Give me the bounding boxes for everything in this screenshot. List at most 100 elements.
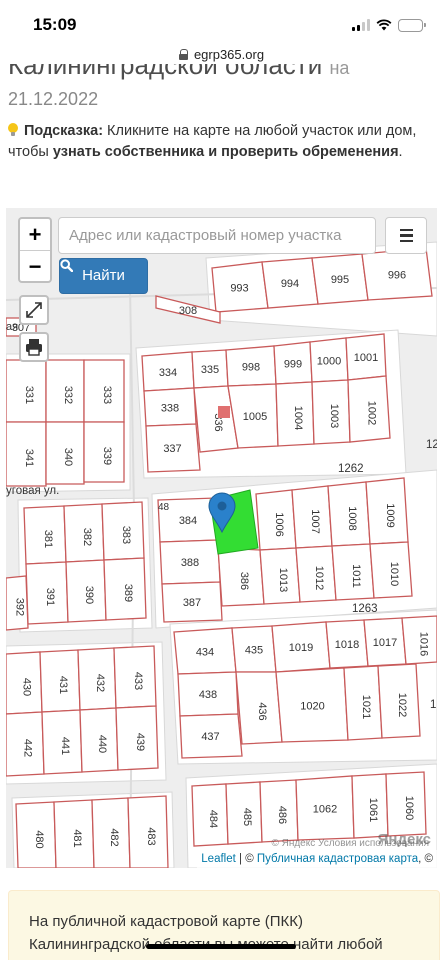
parcel-label: 437 <box>201 731 219 743</box>
parcel-label: 433 <box>132 672 144 690</box>
parcel-label: 1004 <box>292 406 304 430</box>
parcel-label: 1008 <box>346 506 358 530</box>
partial-street-label: ая <box>6 321 18 333</box>
search-input[interactable]: Адрес или кадастровый номер участка <box>58 217 376 254</box>
parcel-label: 381 <box>42 530 54 548</box>
status-bar: 15:09 <box>0 0 443 44</box>
parcel-label: 1061 <box>367 798 379 822</box>
street-label: уговая ул. <box>6 485 59 497</box>
parcel-label: 440 <box>96 735 108 753</box>
zoom-control: + − <box>18 217 52 283</box>
parcel-label: 995 <box>331 274 349 286</box>
parcel-label: 1 <box>430 699 436 711</box>
parcel-label: 432 <box>94 674 106 692</box>
parcel-label: 391 <box>44 588 56 606</box>
parcel-label: 386 <box>238 572 250 590</box>
parcel-label: 431 <box>57 676 69 694</box>
parcel-label: 331 <box>23 386 35 404</box>
parcel-label: 1003 <box>328 404 340 428</box>
find-button-label: Найти <box>82 267 125 284</box>
parcel-label: 339 <box>101 447 113 465</box>
cadastral-map[interactable]: 993 994 995 996 308 307 334 335 998 999 1000 1001 33… <box>6 208 437 868</box>
search-icon <box>60 259 73 272</box>
print-button[interactable] <box>19 332 49 362</box>
page-title-date: 21.12.2022 <box>8 89 99 109</box>
lightbulb-icon <box>8 123 18 136</box>
parcel-label: 392 <box>14 598 26 616</box>
parcel-label: 482 <box>108 828 120 846</box>
parcel-label: 1022 <box>396 693 408 717</box>
parcel-label: 1020 <box>300 701 324 713</box>
page-title: Калининградской области на <box>0 64 443 84</box>
parcel-label: 341 <box>23 449 35 467</box>
info-text: На публичной кадастровой карте (ПКК) Кал… <box>29 913 383 960</box>
parcel-label: 332 <box>62 386 74 404</box>
parcel-label: 438 <box>199 689 217 701</box>
find-button[interactable]: Найти <box>59 258 148 294</box>
parcel-label: 434 <box>196 647 214 659</box>
lock-icon <box>178 48 189 60</box>
parcel-label: 441 <box>59 737 71 755</box>
parcel-label: 1060 <box>403 796 415 820</box>
page-title-text: Калининградской области <box>8 64 323 80</box>
parcel-label: 1017 <box>373 637 397 649</box>
parcel-label: 335 <box>201 364 219 376</box>
parcel-label: 1001 <box>354 352 378 364</box>
parcel-label: 1000 <box>317 356 341 368</box>
parcel-label: 1002 <box>366 401 378 425</box>
parcel-label: 382 <box>81 528 93 546</box>
status-icons <box>352 18 426 32</box>
parcel-label: 430 <box>21 678 33 696</box>
zoom-out-button[interactable]: − <box>20 250 50 281</box>
yandex-logo: Яндекс <box>377 831 431 848</box>
address-bar[interactable]: egrp365.org <box>0 44 443 64</box>
parcel-label: 1062 <box>313 804 337 816</box>
parcel-label: 338 <box>161 402 179 414</box>
parcel-label: 1006 <box>273 512 285 536</box>
street-number-label: 1262 <box>338 463 364 475</box>
zoom-in-button[interactable]: + <box>20 219 50 250</box>
parcel-label: 1021 <box>360 695 372 719</box>
url-text: egrp365.org <box>193 46 265 62</box>
hint-text: Подсказка: Кликните на карте на любой уч… <box>8 121 428 163</box>
parcel-label: 12 <box>426 439 437 451</box>
menu-button[interactable] <box>385 217 427 254</box>
parcel-label: 1018 <box>335 639 359 651</box>
parcel-label: 48 <box>158 502 170 513</box>
parcel-label: 333 <box>101 386 113 404</box>
parcel-label: 1009 <box>384 503 396 527</box>
map-canvas[interactable]: 993 994 995 996308307334 335 998 999 1000 100133… <box>6 208 437 868</box>
hint-label: Подсказка: <box>24 123 104 139</box>
wifi-icon <box>376 19 392 31</box>
parcel-label: 1011 <box>350 564 362 588</box>
fullscreen-button[interactable] <box>19 295 49 325</box>
parcel-label: 337 <box>163 443 181 455</box>
parcel-label: 334 <box>159 367 177 379</box>
parcel-label: 1010 <box>388 562 400 586</box>
parcel-label: 1005 <box>243 411 267 423</box>
building-marker <box>218 406 230 418</box>
parcel-label: 1007 <box>309 509 321 533</box>
parcel-label: 484 <box>207 810 219 828</box>
parcel-label: 998 <box>242 362 260 374</box>
parcel-label: 480 <box>33 830 45 848</box>
info-box: На публичной кадастровой карте (ПКК) Кал… <box>8 890 440 960</box>
page-title-suffix: на <box>329 64 350 78</box>
parcel-label: 383 <box>120 526 132 544</box>
hamburger-icon <box>399 228 413 232</box>
leaflet-link[interactable]: Leaflet <box>201 853 236 865</box>
parcel-label: 1016 <box>418 632 430 656</box>
pkk-link[interactable]: Публичная кадастровая карта <box>257 853 418 865</box>
printer-icon <box>26 339 42 356</box>
parcel-label: 483 <box>145 827 157 845</box>
parcel-label: 439 <box>134 733 146 751</box>
parcel-label: 442 <box>22 739 34 757</box>
parcel-label: 999 <box>284 359 302 371</box>
parcel-label: 481 <box>71 829 83 847</box>
parcel-label: 308 <box>179 305 197 317</box>
parcel-label: 390 <box>83 586 95 604</box>
battery-icon <box>398 18 426 32</box>
parcel-label: 384 <box>179 515 197 527</box>
parcel-label: 1012 <box>313 566 325 590</box>
map-pin-dot <box>217 501 227 511</box>
